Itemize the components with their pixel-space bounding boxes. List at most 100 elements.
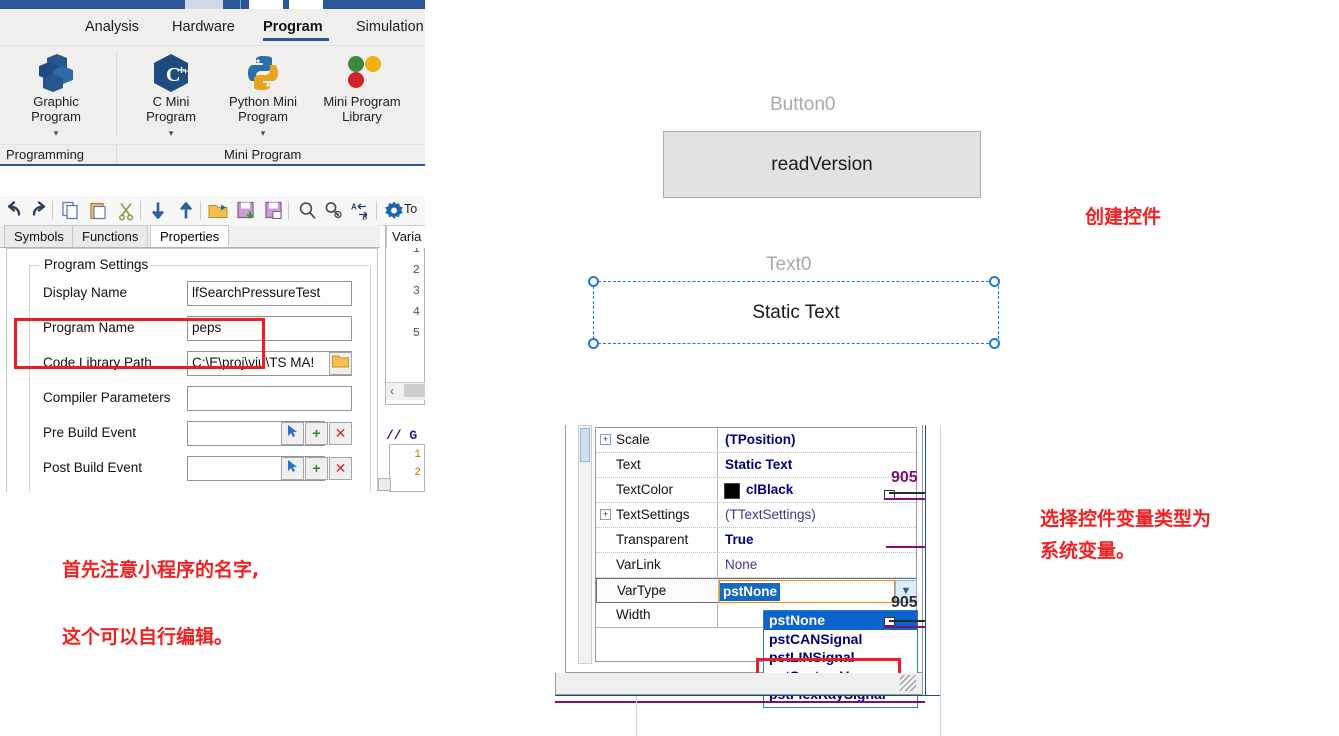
paste-icon[interactable]	[88, 200, 108, 221]
inspector-row-name: VarType	[597, 579, 719, 603]
input-compiler-parameters[interactable]	[187, 386, 352, 411]
canoe-ribbon-fragment: Analysis Hardware Program Simulation Gra…	[0, 0, 425, 166]
text-widget-text: Static Text	[752, 302, 840, 323]
selection-handle-top-right[interactable]	[989, 276, 1000, 287]
trace-grid-line	[636, 696, 637, 736]
undo-icon[interactable]	[4, 200, 24, 221]
title-bar-button-a[interactable]	[185, 0, 223, 9]
text-widget-static-text[interactable]: Static Text	[593, 281, 999, 344]
inspector-row-value[interactable]: Static Text	[718, 453, 916, 477]
settings-gear-icon[interactable]	[384, 200, 404, 221]
ribbon-button-graphic-program[interactable]: Graphic Program ▾	[8, 52, 104, 141]
title-bar-button-b[interactable]	[249, 0, 283, 9]
dropdown-option-pstcansignal[interactable]: pstCANSignal	[764, 630, 917, 649]
copy-icon[interactable]	[60, 200, 80, 221]
annotation-program-name-line1: 首先注意小程序的名字,	[62, 559, 260, 581]
cursor-pick-icon[interactable]	[281, 422, 304, 445]
label-post-build-event: Post Build Event	[43, 460, 143, 475]
inspector-property-grid: + Scale (TPosition) Text Static Text Tex…	[595, 427, 918, 708]
tab-properties[interactable]: Properties	[150, 225, 230, 247]
save-as-icon[interactable]	[264, 200, 284, 221]
inspector-row-varlink[interactable]: VarLink None	[596, 553, 916, 578]
chevron-down-icon[interactable]: ▾	[261, 128, 266, 138]
python-mini-program-icon	[248, 56, 278, 90]
scrollbar-thumb[interactable]	[404, 384, 425, 397]
inspector-row-value[interactable]: True	[718, 528, 916, 552]
toolbar-separator	[200, 201, 201, 220]
label-display-name: Display Name	[43, 285, 128, 300]
ribbon-footer-separator	[116, 145, 117, 166]
ribbon-group-label-strip: Programming Mini Program	[0, 144, 425, 166]
tab-variables[interactable]: Varia	[386, 225, 425, 248]
tab-functions[interactable]: Functions	[72, 225, 149, 247]
inspector-row-textsettings[interactable]: + TextSettings (TTextSettings)	[596, 503, 916, 528]
button-widget-name-label: Button0	[770, 94, 836, 115]
ribbon-tab-hardware[interactable]: Hardware	[172, 19, 235, 35]
selection-handle-bottom-left[interactable]	[588, 338, 599, 349]
chevron-down-icon[interactable]: ▾	[54, 128, 59, 138]
add-plus-icon[interactable]: +	[305, 422, 328, 445]
input-display-name[interactable]: lfSearchPressureTest	[187, 281, 352, 306]
inspector-row-value[interactable]: (TPosition)	[718, 428, 916, 452]
find-icon[interactable]	[298, 200, 318, 221]
ribbon-tab-analysis[interactable]: Analysis	[85, 19, 139, 35]
tab-symbols[interactable]: Symbols	[4, 225, 74, 247]
code-pane[interactable]: 1 2	[389, 444, 425, 492]
resize-grip-icon[interactable]	[900, 675, 916, 691]
delete-cross-icon[interactable]: ✕	[329, 422, 352, 445]
folder-browse-icon[interactable]	[329, 352, 352, 375]
selection-handle-top-left[interactable]	[588, 276, 599, 287]
vartype-combobox[interactable]: pstNone	[719, 580, 895, 603]
move-down-icon[interactable]	[148, 200, 168, 221]
find-next-icon[interactable]	[324, 200, 344, 221]
open-folder-icon[interactable]	[208, 200, 228, 221]
inspector-row-value[interactable]: None	[718, 553, 916, 577]
annotation-program-name-line2: 这个可以自行编辑。	[62, 626, 234, 648]
button-widget-readversion[interactable]: readVersion	[663, 131, 981, 198]
inspector-row-value[interactable]: (TTextSettings)	[718, 503, 916, 527]
row-pre-build-event: Pre Build Event + ✕	[19, 419, 369, 449]
title-bar-button-c[interactable]	[289, 0, 323, 9]
toolbar-separator	[376, 201, 377, 220]
ribbon-group-label-programming: Programming	[6, 147, 85, 162]
inspector-row-transparent[interactable]: Transparent True	[596, 528, 916, 553]
delete-cross-icon[interactable]: ✕	[329, 457, 352, 480]
inspector-row-vartype[interactable]: VarType pstNone ▼	[596, 578, 917, 603]
label-pre-build-event: Pre Build Event	[43, 425, 137, 440]
toolbar-label: To	[404, 202, 418, 216]
inspector-row-text[interactable]: Text Static Text	[596, 453, 916, 478]
ribbon-button-mini-program-library[interactable]: Mini Program Library	[310, 52, 414, 124]
text-widget-name-label: Text0	[766, 254, 812, 275]
inspector-row-scale[interactable]: + Scale (TPosition)	[596, 428, 916, 453]
selection-handle-bottom-right[interactable]	[989, 338, 1000, 349]
cursor-pick-icon[interactable]	[281, 457, 304, 480]
cut-icon[interactable]	[116, 200, 136, 221]
inspector-scrollbar-thumb[interactable]	[580, 428, 590, 462]
add-plus-icon[interactable]: +	[305, 457, 328, 480]
c-mini-program-icon: C + +	[154, 54, 188, 92]
inspector-row-name: TextSettings	[596, 503, 718, 527]
move-up-icon[interactable]	[176, 200, 196, 221]
ribbon-button-label-line2: Program	[31, 109, 81, 124]
graphic-program-icon	[39, 54, 73, 92]
code-pane-collapse-handle[interactable]	[378, 478, 391, 491]
trace-black-line-top	[889, 492, 925, 494]
inspector-row-textcolor[interactable]: TextColor clBlack	[596, 478, 916, 503]
groupbox-top-right-rule	[138, 265, 369, 266]
trace-value-top: 905	[891, 469, 918, 486]
ribbon-tab-program[interactable]: Program	[263, 19, 323, 35]
trace-purple-line-mid	[886, 546, 925, 548]
save-icon[interactable]	[236, 200, 256, 221]
ribbon-bottom-rule	[0, 164, 425, 166]
ribbon-button-python-mini-program[interactable]: Python Mini Program ▾	[216, 52, 310, 141]
replace-icon[interactable]: AB	[350, 200, 370, 222]
ribbon-tab-simulation[interactable]: Simulation	[356, 19, 424, 35]
ribbon-button-c-mini-program[interactable]: C + + C Mini Program ▾	[124, 52, 218, 141]
redo-icon[interactable]	[29, 200, 49, 221]
left-chevron-icon[interactable]: ‹	[390, 384, 394, 398]
annotation-create-widget: 创建控件	[1085, 206, 1162, 228]
ribbon-button-label-line1: C Mini	[152, 94, 190, 109]
dropdown-option-pstapicall[interactable]: pstAPICall	[764, 704, 917, 708]
inspector-row-name: Transparent	[596, 528, 718, 552]
chevron-down-icon[interactable]: ▾	[169, 128, 174, 138]
